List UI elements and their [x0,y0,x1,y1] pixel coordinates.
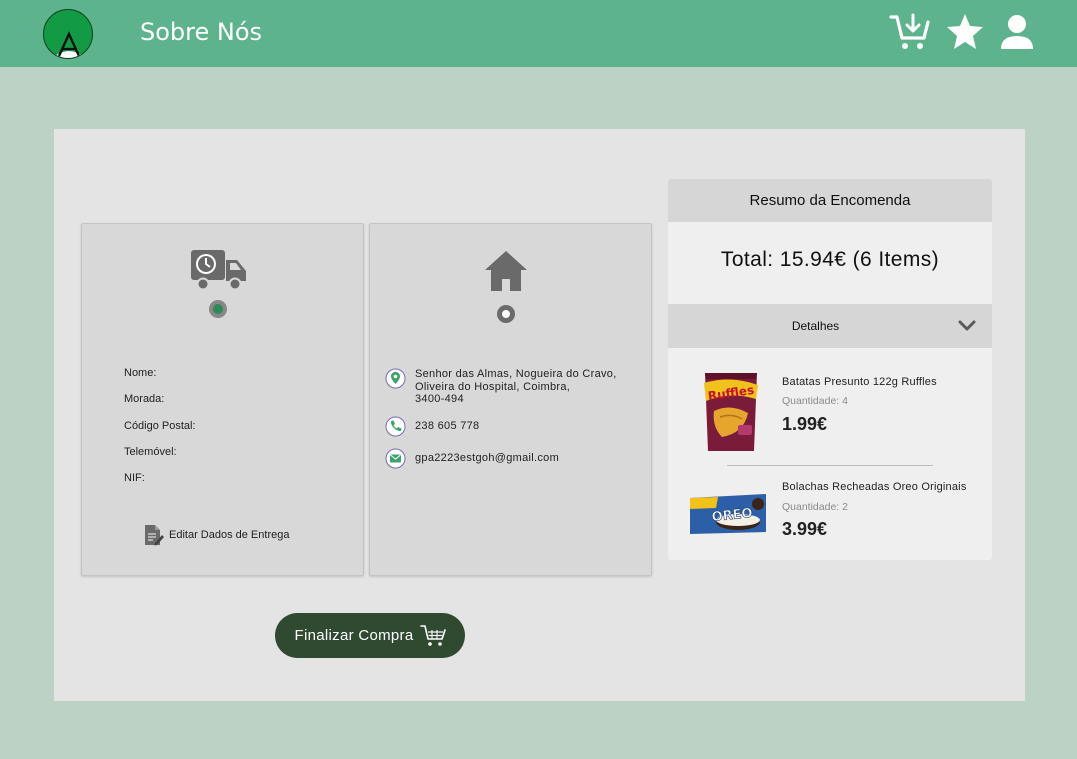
store-address-line1: Senhor das Almas, Nogueira do Cravo, [415,368,617,380]
logo-mark [52,31,86,58]
store-phone: 238 605 778 [415,420,480,432]
item-name: Batatas Presunto 122g Ruffles [782,376,937,388]
store-phone-row: 238 605 778 [385,416,479,437]
edit-document-icon [145,525,164,546]
store-address-row: Senhor das Almas, Nogueira do Cravo, Oli… [385,368,617,406]
finalize-purchase-label: Finalizar Compra [294,627,414,644]
cart-download-icon[interactable] [889,12,931,52]
edit-delivery-label: Editar Dados de Entrega [169,529,290,541]
user-icon[interactable] [998,12,1036,52]
name-field-label: Nome: [124,367,157,379]
store-address-line2: Oliveira do Hospital, Coimbra, [415,380,571,393]
address-field-label: Morada: [124,393,165,405]
phone-icon [385,416,406,437]
logo[interactable] [43,9,93,59]
item-quantity: Quantidade: 2 [782,501,848,513]
nav-about-link[interactable]: Sobre Nós [140,18,262,46]
product-image-ruffles: Ruffles [700,371,762,453]
store-email: gpa2223estgoh@gmail.com [415,452,560,464]
details-toggle[interactable]: Detalhes [668,304,992,348]
location-pin-icon [385,368,406,389]
nif-field-label: NIF: [124,472,145,484]
delivery-radio-selected[interactable] [209,300,227,318]
star-icon[interactable] [945,12,985,52]
house-icon [484,250,528,292]
order-summary-title: Resumo da Encomenda [668,179,992,222]
item-name: Bolachas Recheadas Oreo Originais [782,481,967,493]
item-price: 3.99€ [782,519,828,539]
truck-clock-icon [190,249,248,291]
cart-icon [419,624,446,646]
postal-code-field-label: Código Postal: [124,420,196,432]
item-quantity: Quantidade: 4 [782,395,848,407]
chevron-down-icon [958,320,976,331]
top-bar: Sobre Nós [0,0,1077,67]
product-image-oreo: OREO [688,492,768,536]
store-pickup-radio[interactable] [497,305,515,323]
order-total: Total: 15.94€ (6 Items) [720,248,940,271]
edit-delivery-button[interactable]: Editar Dados de Entrega [143,524,289,546]
details-label: Detalhes [791,319,840,333]
item-price: 1.99€ [782,414,828,434]
finalize-purchase-button[interactable]: Finalizar Compra [275,613,465,658]
item-divider [727,465,933,466]
store-email-row: gpa2223estgoh@gmail.com [385,448,559,469]
store-address-line3: 3400-494 [415,393,464,405]
phone-field-label: Telemóvel: [124,446,177,458]
email-icon [385,448,406,469]
